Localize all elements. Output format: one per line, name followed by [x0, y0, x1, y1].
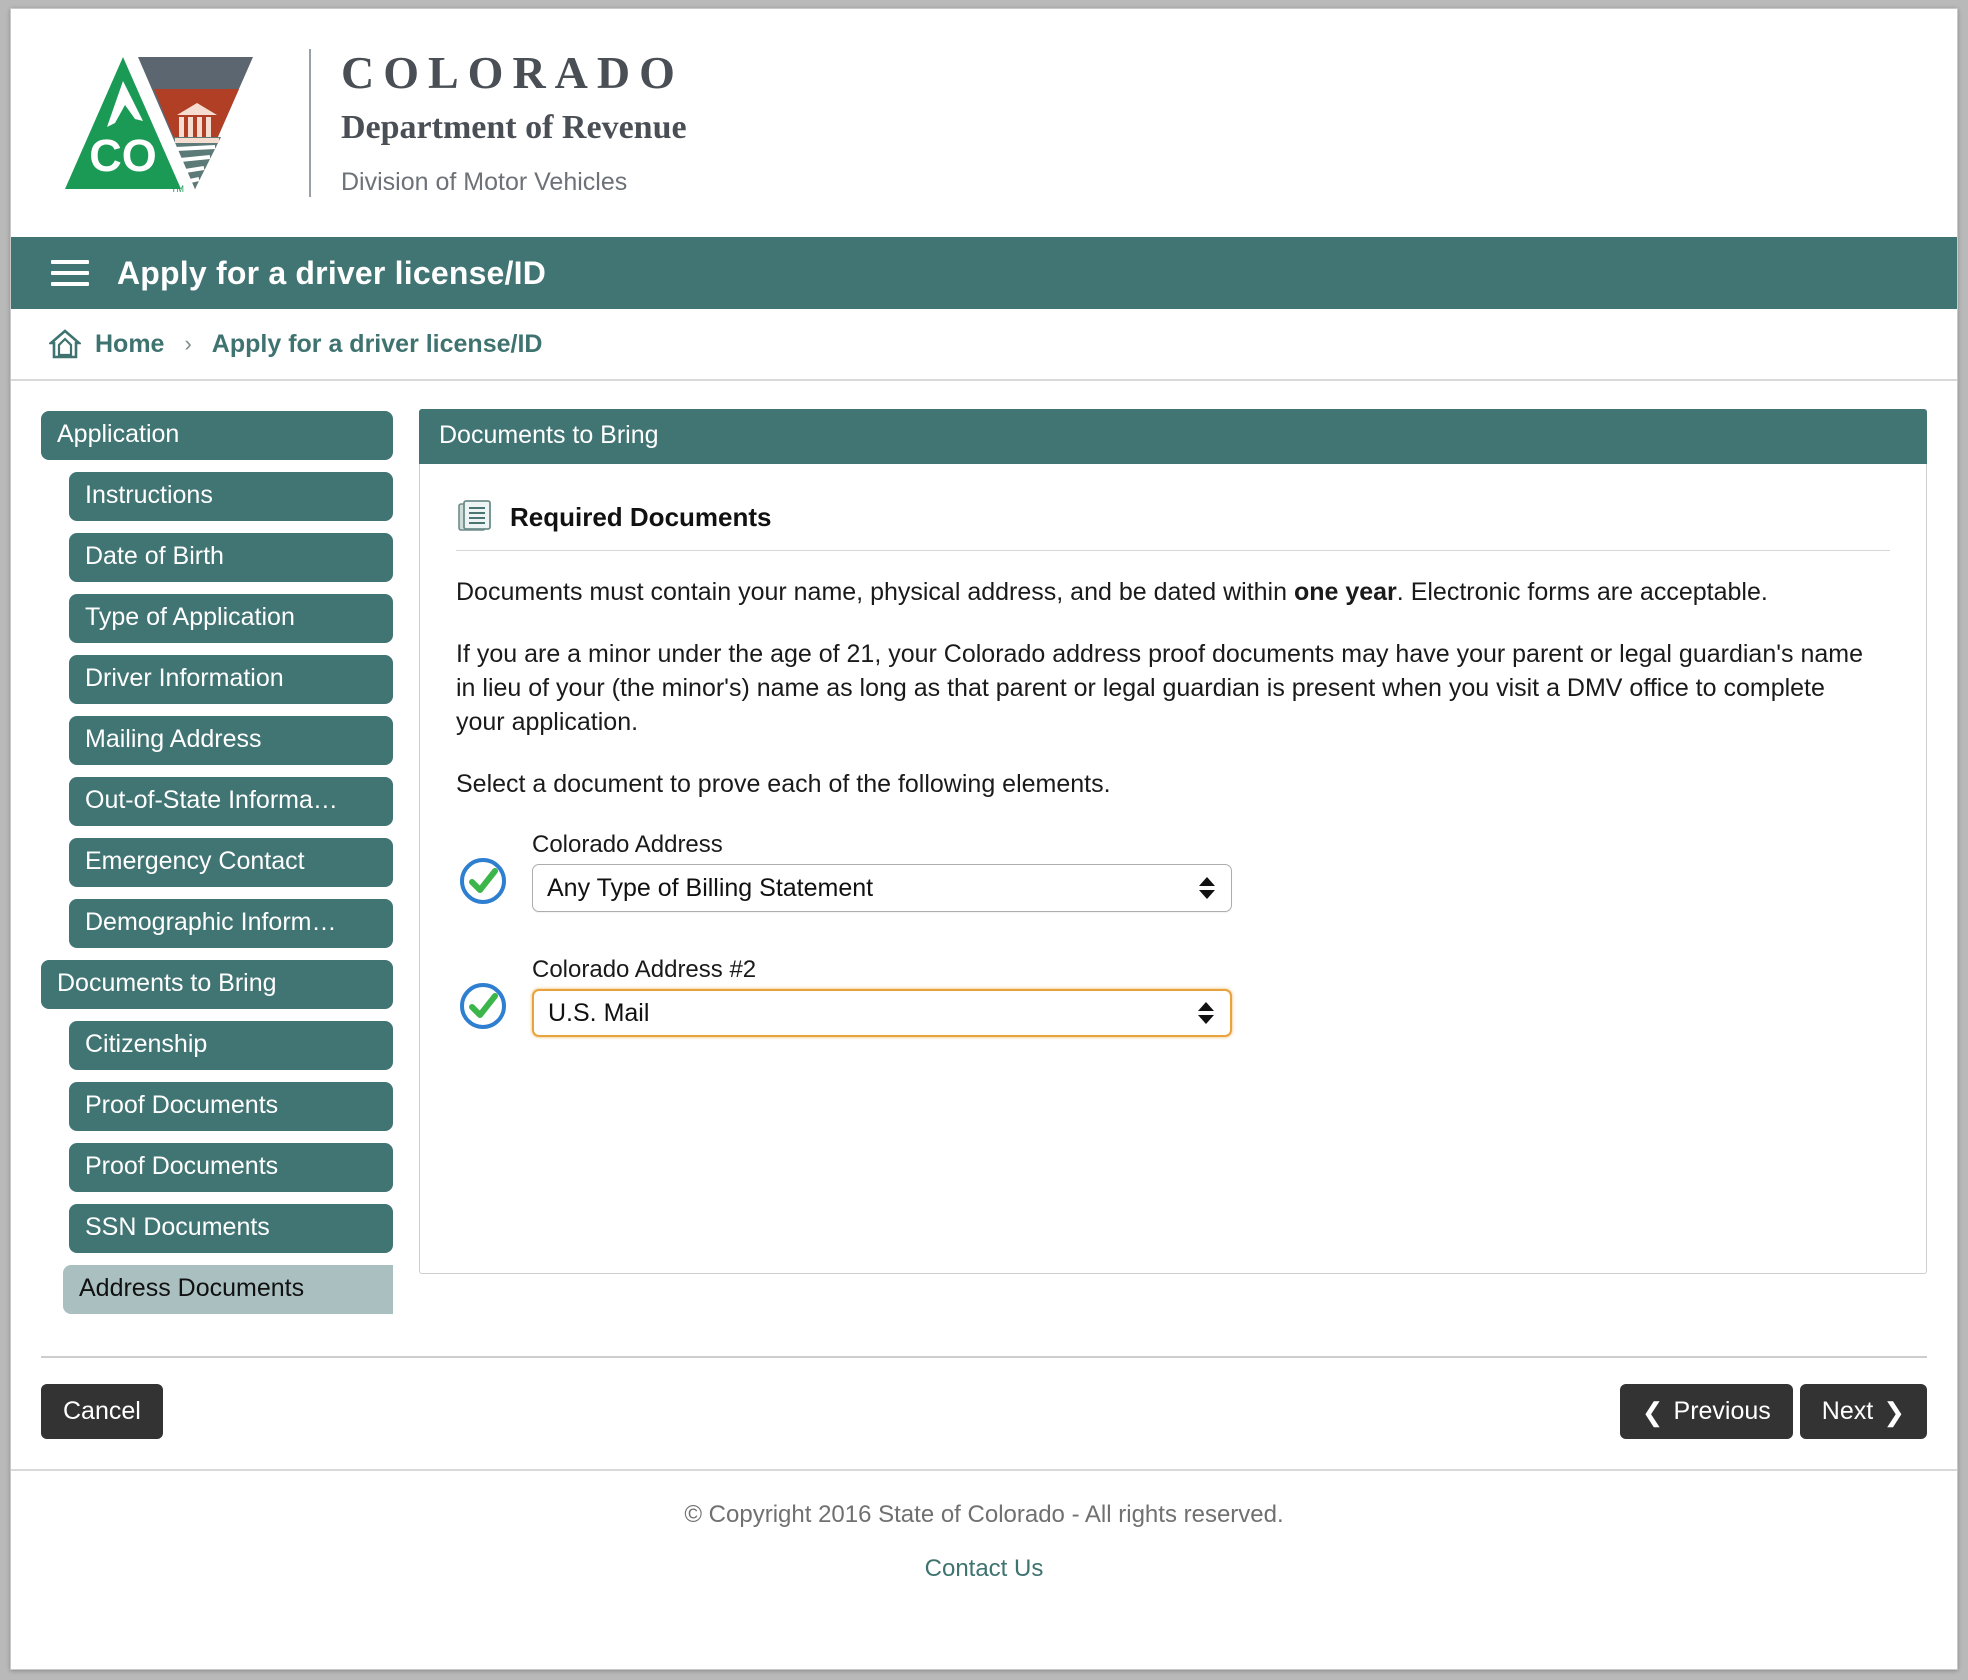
logo-state-name: COLORADO	[341, 46, 684, 98]
para1-pre: Documents must contain your name, physic…	[456, 578, 1294, 606]
chevron-updown-icon	[1199, 877, 1215, 899]
field-colorado-address: Colorado Address Any Type of Billing Sta…	[532, 831, 1232, 912]
sidebar-item-ssn-documents[interactable]: SSN Documents	[69, 1204, 393, 1253]
breadcrumb-home-link[interactable]: Home	[95, 330, 164, 359]
select-colorado-address[interactable]: Any Type of Billing Statement	[532, 864, 1232, 912]
paragraph-minor-rule: If you are a minor under the age of 21, …	[456, 640, 1863, 736]
sidebar-item-citizenship[interactable]: Citizenship	[69, 1021, 393, 1070]
breadcrumb-current: Apply for a driver license/ID	[211, 329, 543, 358]
hamburger-icon[interactable]	[51, 260, 89, 286]
logo-division-name: Division of Motor Vehicles	[341, 168, 628, 197]
colorado-cdor-logo-icon: CO TM	[65, 57, 253, 194]
application-card: CO TM COLORADO Department of Revenue Div…	[10, 8, 1958, 1670]
sidebar-item-mailing-address[interactable]: Mailing Address	[69, 716, 393, 765]
breadcrumb-separator: ›	[184, 331, 192, 356]
sidebar-item-type-of-application[interactable]: Type of Application	[69, 594, 393, 643]
masthead: CO TM COLORADO Department of Revenue Div…	[11, 9, 1957, 237]
sidebar-item-address-documents[interactable]: Address Documents	[63, 1265, 393, 1314]
green-check-icon	[460, 858, 506, 904]
field-row-colorado-address-2: Colorado Address #2 U.S. Mail	[456, 956, 1890, 1037]
logo-wordmark: COLORADO Department of Revenue Division …	[341, 46, 687, 198]
next-button-label: Next	[1821, 1397, 1874, 1425]
select-value-colorado-address: Any Type of Billing Statement	[547, 873, 874, 902]
svg-text:CO: CO	[89, 130, 157, 181]
action-bar: Cancel ❮ Previous Next ❯	[41, 1356, 1927, 1469]
panel-body: Required Documents Documents must contai…	[419, 464, 1927, 1274]
home-icon[interactable]	[49, 329, 81, 359]
previous-button-label: Previous	[1673, 1397, 1771, 1425]
app-bar: Apply for a driver license/ID	[11, 237, 1957, 309]
content-area: Application Instructions Date of Birth T…	[11, 381, 1957, 1326]
previous-button[interactable]: ❮ Previous	[1619, 1384, 1793, 1439]
sidebar-nav: Application Instructions Date of Birth T…	[41, 409, 393, 1326]
logo-divider	[309, 49, 311, 197]
sidebar-item-proof-documents-1[interactable]: Proof Documents	[69, 1082, 393, 1131]
breadcrumb: Home › Apply for a driver license/ID	[11, 309, 1957, 381]
sidebar-item-out-of-state-information[interactable]: Out-of-State Informa…	[69, 777, 393, 826]
field-colorado-address-2: Colorado Address #2 U.S. Mail	[532, 956, 1232, 1037]
select-colorado-address-2[interactable]: U.S. Mail	[532, 989, 1232, 1037]
sidebar-group-application[interactable]: Application	[41, 411, 393, 460]
logo-department-name: Department of Revenue	[341, 108, 687, 146]
field-label-colorado-address: Colorado Address	[532, 831, 723, 858]
page-viewport: CO TM COLORADO Department of Revenue Div…	[0, 0, 1968, 1680]
sidebar-group-documents-to-bring[interactable]: Documents to Bring	[41, 960, 393, 1009]
paragraph-requirements: Documents must contain your name, physic…	[456, 575, 1876, 609]
chevron-updown-icon	[1198, 1002, 1214, 1024]
panel-header-title: Documents to Bring	[419, 409, 1927, 464]
cdor-logo: CO TM COLORADO Department of Revenue Div…	[63, 43, 687, 203]
select-value-colorado-address-2: U.S. Mail	[548, 998, 650, 1027]
footer: © Copyright 2016 State of Colorado - All…	[11, 1469, 1957, 1583]
section-title: Required Documents	[510, 501, 772, 532]
svg-text:TM: TM	[171, 184, 184, 194]
paragraph-instruction: Select a document to prove each of the f…	[456, 770, 1111, 798]
para1-post: . Electronic forms are acceptable.	[1396, 578, 1768, 606]
copyright-text: © Copyright 2016 State of Colorado - All…	[684, 1501, 1284, 1528]
sidebar-item-instructions[interactable]: Instructions	[69, 472, 393, 521]
next-button[interactable]: Next ❯	[1799, 1384, 1927, 1439]
sidebar-item-emergency-contact[interactable]: Emergency Contact	[69, 838, 393, 887]
contact-us-link[interactable]: Contact Us	[925, 1555, 1044, 1582]
sidebar-item-demographic-information[interactable]: Demographic Inform…	[69, 899, 393, 948]
para1-emphasis: one year	[1293, 578, 1397, 606]
field-label-colorado-address-2: Colorado Address #2	[532, 956, 757, 983]
chevron-left-icon: ❮	[1641, 1396, 1664, 1427]
sidebar-item-driver-information[interactable]: Driver Information	[69, 655, 393, 704]
page-title: Apply for a driver license/ID	[117, 254, 547, 291]
main-panel: Documents to Bring Required Documents Do…	[419, 409, 1927, 1274]
field-row-colorado-address: Colorado Address Any Type of Billing Sta…	[456, 831, 1890, 912]
documents-icon	[458, 500, 491, 531]
wizard-nav-buttons: ❮ Previous Next ❯	[1619, 1384, 1927, 1439]
sidebar-item-date-of-birth[interactable]: Date of Birth	[69, 533, 393, 582]
cancel-button[interactable]: Cancel	[41, 1384, 163, 1439]
sidebar-item-proof-documents-2[interactable]: Proof Documents	[69, 1143, 393, 1192]
green-check-icon	[460, 983, 506, 1029]
section-header: Required Documents	[456, 498, 1890, 551]
chevron-right-icon: ❯	[1883, 1396, 1905, 1427]
